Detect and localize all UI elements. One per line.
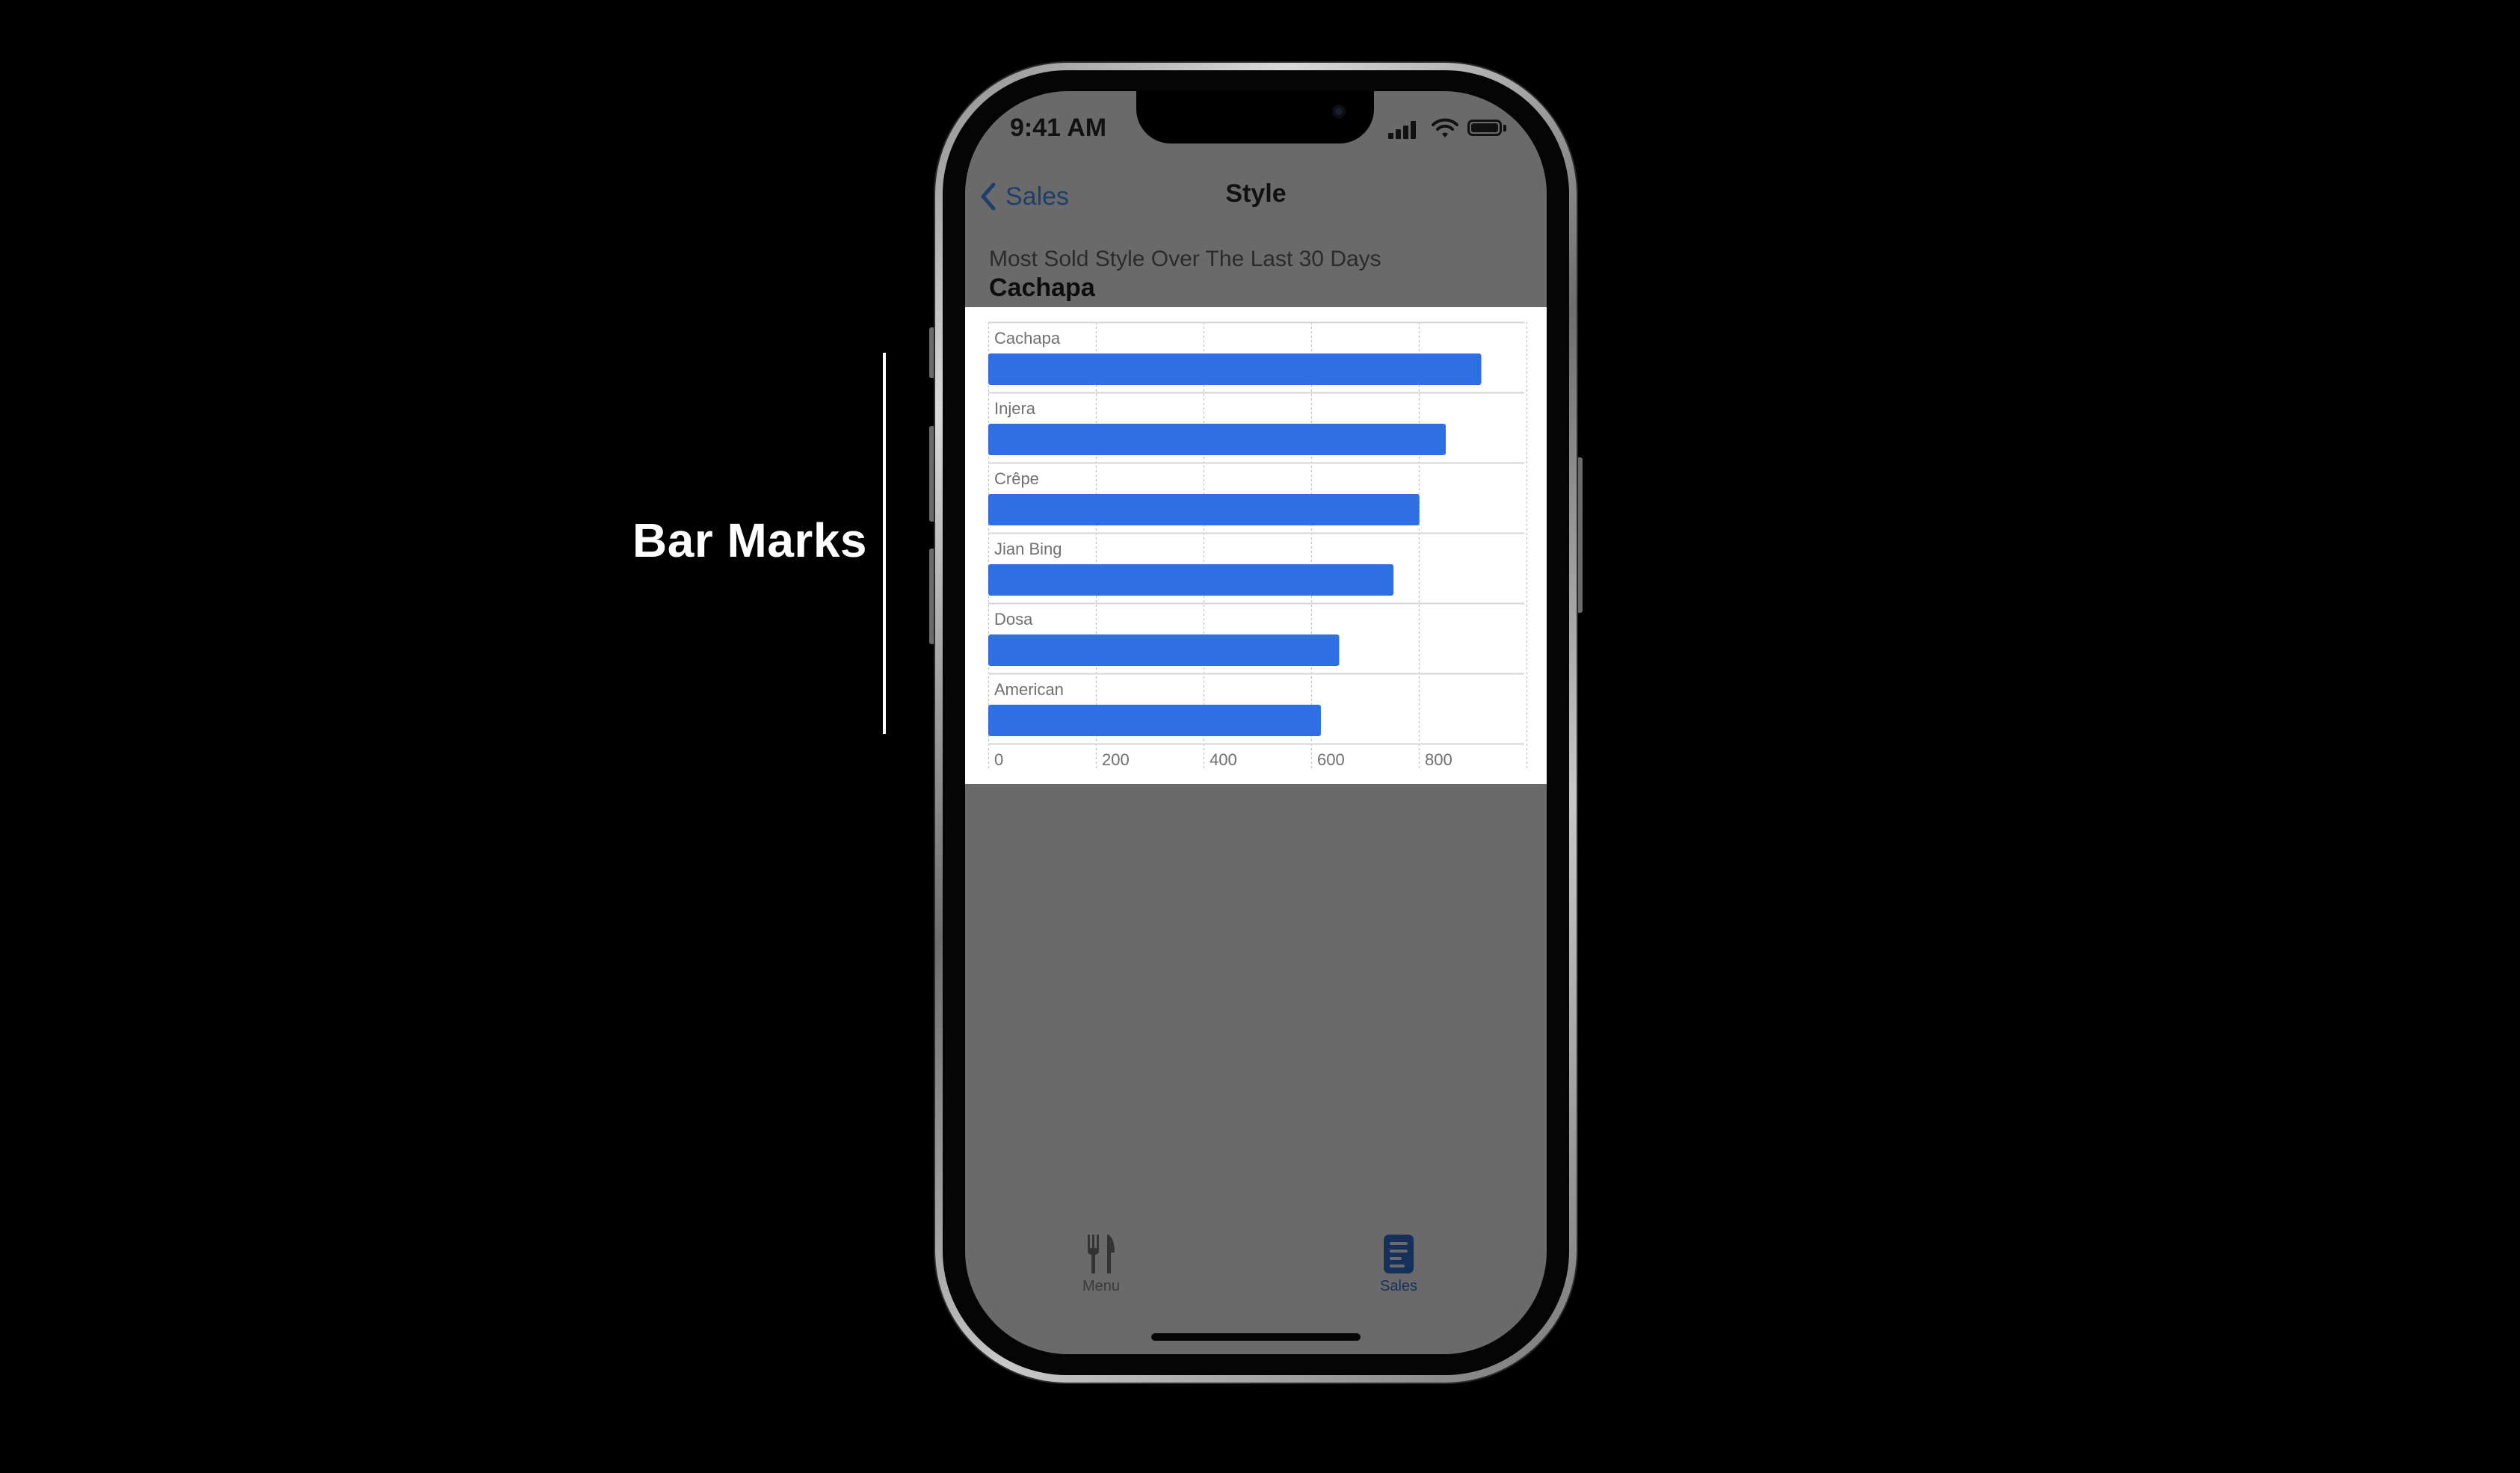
chart-x-tick-label: 0 — [994, 750, 1003, 769]
chart-category-label: Cachapa — [994, 329, 1061, 348]
wifi-icon — [1432, 118, 1458, 138]
status-icons — [1388, 118, 1508, 139]
stage: Bar Marks 9:41 AM Sales Style Most Sold … — [0, 0, 2520, 1473]
tab-sales[interactable]: Sales — [1339, 1233, 1458, 1295]
phone-screen: 9:41 AM Sales Style Most Sold Style Over… — [965, 91, 1547, 1354]
tab-sales-label: Sales — [1379, 1278, 1418, 1294]
chart-bar — [988, 634, 1340, 666]
chart-category-label: Dosa — [994, 610, 1033, 629]
front-camera — [1332, 105, 1346, 118]
side-power-button — [1577, 457, 1583, 613]
annotation-label: Bar Marks — [632, 513, 867, 567]
chart-category-label: American — [994, 680, 1064, 699]
chart-bar — [988, 705, 1321, 736]
chart-bar — [988, 353, 1482, 385]
chart-bar — [988, 494, 1420, 525]
battery-tip — [1503, 125, 1506, 132]
document-icon — [1384, 1235, 1414, 1273]
nav-title: Style — [1225, 179, 1287, 208]
chart-x-tick-label: 400 — [1210, 750, 1237, 769]
volume-down-button — [929, 549, 935, 644]
fork-knife-icon — [1088, 1235, 1115, 1273]
chart-category-label: Jian Bing — [994, 540, 1062, 558]
home-indicator[interactable] — [1151, 1333, 1361, 1341]
summary-subtitle: Most Sold Style Over The Last 30 Days — [989, 247, 1381, 271]
chart-bar — [988, 564, 1394, 596]
chart-category-label: Injera — [994, 399, 1036, 418]
chart-x-tick-label: 200 — [1102, 750, 1130, 769]
summary-headline: Cachapa — [989, 274, 1095, 302]
chart-bar — [988, 424, 1446, 455]
tab-menu[interactable]: Menu — [1041, 1233, 1161, 1295]
action-button — [929, 327, 935, 378]
chart-category-label: Crêpe — [994, 469, 1039, 488]
chart-x-tick-label: 600 — [1317, 750, 1345, 769]
tab-menu-label: Menu — [1082, 1278, 1121, 1294]
bar-chart: Cachapa Injera Crêpe Jian Bing Dosa American 0… — [988, 321, 1528, 769]
chart-panel: Cachapa Injera Crêpe Jian Bing Dosa American 0… — [965, 307, 1547, 784]
chart-x-tick-label: 800 — [1425, 750, 1452, 769]
notch — [1136, 91, 1374, 143]
status-time: 9:41 AM — [1010, 114, 1107, 142]
volume-up-button — [929, 426, 935, 522]
annotation-bracket-line — [883, 353, 886, 734]
battery-icon — [1467, 120, 1502, 136]
